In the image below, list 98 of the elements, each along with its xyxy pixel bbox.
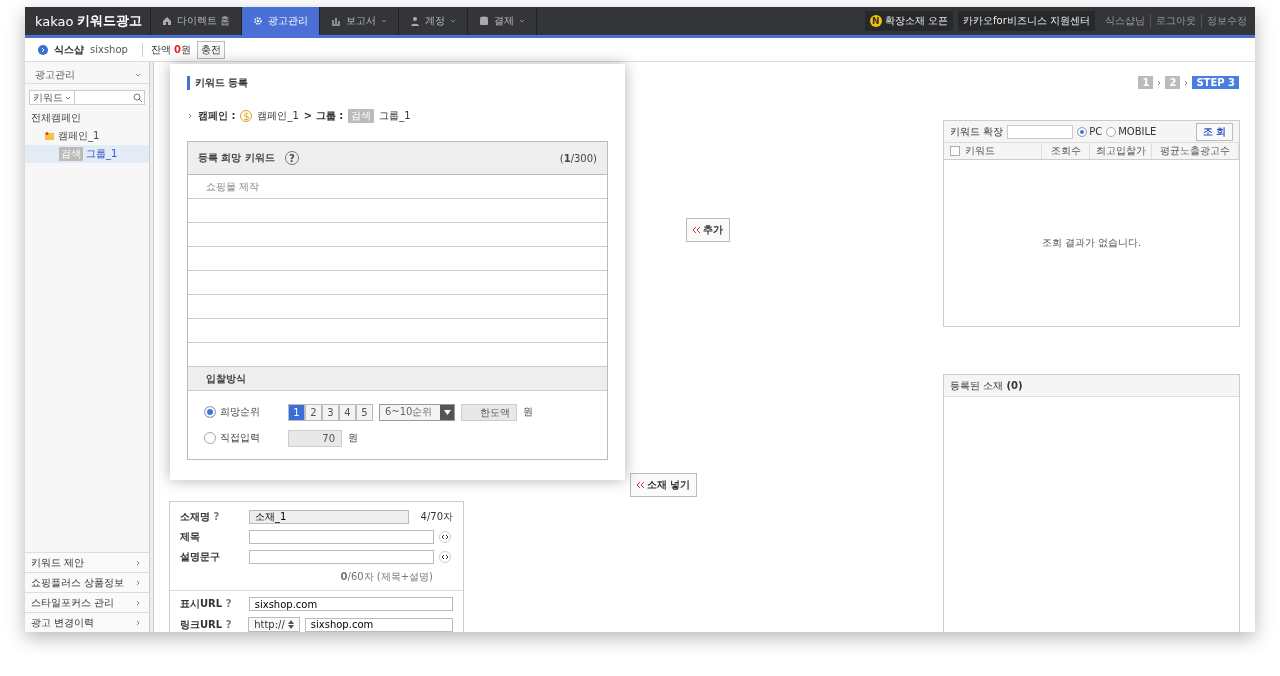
notice-button[interactable]: N 확장소재 오픈 [864,11,954,31]
charge-button[interactable]: 충전 [197,40,226,59]
arrow-circle-icon [38,44,48,55]
bar-chart-icon [331,16,342,26]
caret-icon [443,409,451,415]
rank-button[interactable]: 4 [339,403,356,421]
field-label: 제목 [180,530,201,544]
field-label: 링크URL ? [180,617,233,632]
char-counter: 0/60자 (제목+설명) [340,570,433,584]
field-label: 소재명 ? [180,510,221,524]
modal-title: 키워드 등록 [187,76,608,90]
support-button[interactable]: 카카오for비즈니스 지원센터 [958,11,1095,31]
home-icon [162,16,172,26]
creative-name-field[interactable]: 소재_1 [249,510,409,524]
rank-button[interactable]: 5 [356,403,373,421]
device-radio[interactable]: PC [1077,126,1103,137]
rank-range-select[interactable]: 6~10순위 [379,403,455,421]
tree-item[interactable]: 전체캠페인 [25,109,149,127]
chevron-right-icon [187,113,193,119]
unit-label: 원 [348,431,358,445]
tree-item[interactable]: 검색 그룹_1 [25,145,149,163]
crumb-label: 캠페인 : [198,109,236,123]
step-indicator: STEP 3 [1192,76,1239,89]
crumb-label: > 그룹 : [303,109,344,123]
up-down-arrows-icon [287,620,294,629]
database-icon [479,16,490,26]
protocol-select[interactable]: http:// [248,617,300,632]
logo[interactable]: kakao 키워드광고 [25,7,151,35]
column-header: 평균노출광고수 [1160,144,1230,158]
chevron-down-icon [519,18,526,24]
column-header: 조회수 [1050,144,1081,158]
select-all-checkbox[interactable] [950,146,960,156]
chevron-down-icon [450,18,457,24]
folder-icon [45,132,55,140]
chevron-right-icon [135,579,141,586]
chevron-right-icon [1156,79,1163,86]
tree-label: 캠페인_1 [58,129,100,143]
keyword-count: (1/300) [559,152,597,164]
sidebar-header[interactable]: 광고관리 [25,66,149,84]
group-tag: 검색 [348,109,375,123]
balance-text: 잔액 0원 [141,42,192,57]
campaign-name: 캠페인_1 [257,109,299,123]
input-field[interactable] [249,530,434,544]
keyword-entry[interactable]: 쇼핑몰 제작 [206,179,260,194]
tree-label: 전체캠페인 [31,111,81,125]
account-name: 식스샵 [54,42,84,57]
insert-creative-button[interactable]: 소재 넣기 [630,473,698,497]
empty-message: 조회 결과가 없습니다. [1040,236,1143,250]
section-title: 입찰방식 [206,371,246,386]
limit-field[interactable]: 한도액 [461,403,517,421]
rank-button[interactable]: 2 [305,403,322,421]
tree-tag: 검색 [59,147,83,161]
step-indicator: 1 [1138,76,1154,89]
rank-button[interactable]: 3 [322,403,339,421]
code-icon[interactable] [439,551,451,563]
chevron-down-icon [381,18,388,24]
unit-label: 원 [523,405,533,419]
code-icon[interactable] [439,531,451,543]
rank-button[interactable]: 1 [288,403,305,421]
input-field[interactable]: sixshop.com [248,597,453,611]
box-title: 등록 희망 키워드 [198,151,275,165]
chevron-right-icon [135,619,141,626]
column-header: 키워드 [965,144,995,158]
gear-icon [253,16,264,26]
add-button[interactable]: 추가 [686,218,730,242]
input-field[interactable] [249,550,434,564]
search-button[interactable]: 조 회 [1195,122,1233,141]
double-chevron-left-icon [693,227,700,233]
keyword-field[interactable] [1007,124,1074,139]
bid-radio[interactable]: 직접입력 [204,431,282,445]
header-link[interactable]: 식스샵님 [1100,14,1145,28]
step-indicator: 2 [1165,76,1181,89]
user-icon [410,16,421,26]
device-radio[interactable]: MOBILE [1106,126,1157,137]
panel-title: 등록된 소재 (0) [950,378,1023,393]
bid-radio[interactable]: 희망순위 [204,405,282,419]
chevron-right-icon [135,599,141,606]
panel-label: 키워드 확장 [950,124,1004,139]
tree-item[interactable]: 캠페인_1 [25,127,149,145]
header-link[interactable]: 로그아웃 [1150,14,1196,28]
field-label: 표시URL ? [180,597,233,611]
bid-amount-field[interactable]: 70 [288,429,342,447]
tree-label: 그룹_1 [86,147,118,161]
column-header: 최고입찰가 [1095,144,1146,158]
chevron-right-icon [1183,79,1190,86]
nav-tab[interactable]: 계정 [399,7,469,35]
account-id: sixshop [90,44,128,55]
nav-tab[interactable]: 광고관리 [242,7,321,35]
nav-tab[interactable]: 보고서 [320,7,400,35]
input-field[interactable]: sixshop.com [304,617,453,632]
group-name: 그룹_1 [379,109,411,123]
header-link[interactable]: 정보수정 [1201,14,1247,28]
chevron-down-icon [135,71,141,78]
char-counter: 4/70자 [420,510,453,524]
double-chevron-left-icon [637,482,644,488]
chevron-right-icon [135,559,141,566]
nav-tab[interactable]: 결제 [468,7,538,35]
field-label: 설명문구 [180,550,221,564]
